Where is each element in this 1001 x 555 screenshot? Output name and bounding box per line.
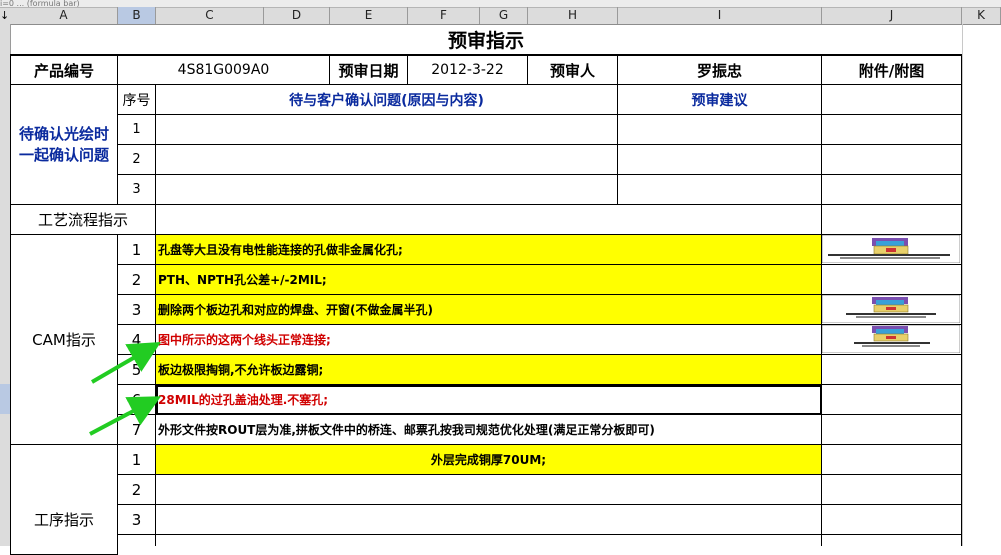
op-section-label: 工序指示 <box>10 445 118 555</box>
selected-row-marker <box>0 384 10 414</box>
op-row-no <box>118 535 156 546</box>
column-header-h[interactable]: H <box>528 7 618 24</box>
cam-instruction[interactable]: 删除两个板边孔和对应的焊盘、开窗(不做金属半孔) <box>156 295 822 325</box>
op-attach-cell[interactable] <box>822 445 962 475</box>
image-thumbnail-3[interactable] <box>822 295 960 323</box>
cam-attach-cell[interactable] <box>822 415 962 445</box>
image-thumbnail-4[interactable] <box>822 325 960 353</box>
confirm-suggest-cell[interactable] <box>618 115 822 145</box>
confirm-attach-cell[interactable] <box>822 85 962 115</box>
cam-instruction[interactable]: 图中所示的这两个线头正常连接; <box>156 325 822 355</box>
confirm-section-label: 待确认光绘时一起确认问题 <box>10 85 118 205</box>
suggest-header: 预审建议 <box>618 85 822 115</box>
product-no-value[interactable]: 4S81G009A0 <box>118 55 330 85</box>
cam-attach-cell[interactable] <box>822 355 962 385</box>
arrow-annotations <box>89 341 162 436</box>
confirm-suggest-cell[interactable] <box>618 175 822 205</box>
column-header-k[interactable]: K <box>962 7 1001 24</box>
op-instruction[interactable]: 外层完成铜厚70UM; <box>156 445 822 475</box>
cam-attach-cell[interactable] <box>822 385 962 415</box>
column-header-e[interactable]: E <box>330 7 408 24</box>
gridline <box>962 24 963 546</box>
product-no-label: 产品编号 <box>10 55 118 85</box>
confirm-row-no: 1 <box>118 115 156 145</box>
review-date-value[interactable]: 2012-3-22 <box>408 55 528 85</box>
seq-header: 序号 <box>118 85 156 115</box>
cam-instruction[interactable]: PTH、NPTH孔公差+/-2MIL; <box>156 265 822 295</box>
column-header-a[interactable]: A <box>10 7 118 24</box>
cam-instruction-selected[interactable]: 28MIL的过孔盖油处理.不塞孔; <box>156 385 822 415</box>
confirm-attach-cell[interactable] <box>822 145 962 175</box>
cam-attach-cell[interactable] <box>822 265 962 295</box>
confirm-suggest-cell[interactable] <box>618 145 822 175</box>
issue-header: 待与客户确认问题(原因与内容) <box>156 85 618 115</box>
process-section-label: 工艺流程指示 <box>10 205 156 235</box>
column-header-bar: i=0 ... (formula bar) ↓ A B C D E F G H … <box>0 0 1001 25</box>
confirm-attach-cell[interactable] <box>822 115 962 145</box>
column-header-g[interactable]: G <box>480 7 528 24</box>
image-thumbnail-1[interactable] <box>822 235 960 263</box>
cam-row-no: 2 <box>118 265 156 295</box>
op-attach-cell[interactable] <box>822 535 962 546</box>
confirm-row-no: 2 <box>118 145 156 175</box>
cam-instruction[interactable]: 孔盘等大且没有电性能连接的孔做非金属化孔; <box>156 235 822 265</box>
column-header-i[interactable]: I <box>618 7 822 24</box>
cam-instruction[interactable]: 外形文件按ROUT层为准,拼板文件中的桥连、邮票孔按我司规范优化处理(满足正常分… <box>156 415 822 445</box>
op-instruction[interactable] <box>156 505 822 535</box>
op-row-no: 2 <box>118 475 156 505</box>
reviewer-value[interactable]: 罗振忠 <box>618 55 822 85</box>
op-attach-cell[interactable] <box>822 505 962 535</box>
op-row-no: 1 <box>118 445 156 475</box>
review-date-label: 预审日期 <box>330 55 408 85</box>
op-instruction[interactable] <box>156 535 822 546</box>
arrow-to-row-4 <box>90 341 161 384</box>
column-header-j[interactable]: J <box>822 7 962 24</box>
confirm-issue-cell[interactable] <box>156 115 618 145</box>
process-attach-cell[interactable] <box>822 205 962 235</box>
confirm-row-no: 3 <box>118 175 156 205</box>
attachment-label: 附件/附图 <box>822 55 962 85</box>
cam-instruction[interactable]: 板边极限掏铜,不允许板边露铜; <box>156 355 822 385</box>
column-header-d[interactable]: D <box>264 7 330 24</box>
column-header-b[interactable]: B <box>118 7 156 24</box>
reviewer-label: 预审人 <box>528 55 618 85</box>
form-title: 预审指示 <box>10 24 962 55</box>
column-header-c[interactable]: C <box>156 7 264 24</box>
cam-row-no: 1 <box>118 235 156 265</box>
op-attach-cell[interactable] <box>822 475 962 505</box>
op-instruction[interactable] <box>156 475 822 505</box>
op-row-no: 3 <box>118 505 156 535</box>
confirm-issue-cell[interactable] <box>156 145 618 175</box>
confirm-issue-cell[interactable] <box>156 175 618 205</box>
process-content-cell[interactable] <box>156 205 822 235</box>
arrow-to-row-6 <box>89 396 162 436</box>
confirm-attach-cell[interactable] <box>822 175 962 205</box>
column-header-f[interactable]: F <box>408 7 480 24</box>
cam-row-no: 3 <box>118 295 156 325</box>
